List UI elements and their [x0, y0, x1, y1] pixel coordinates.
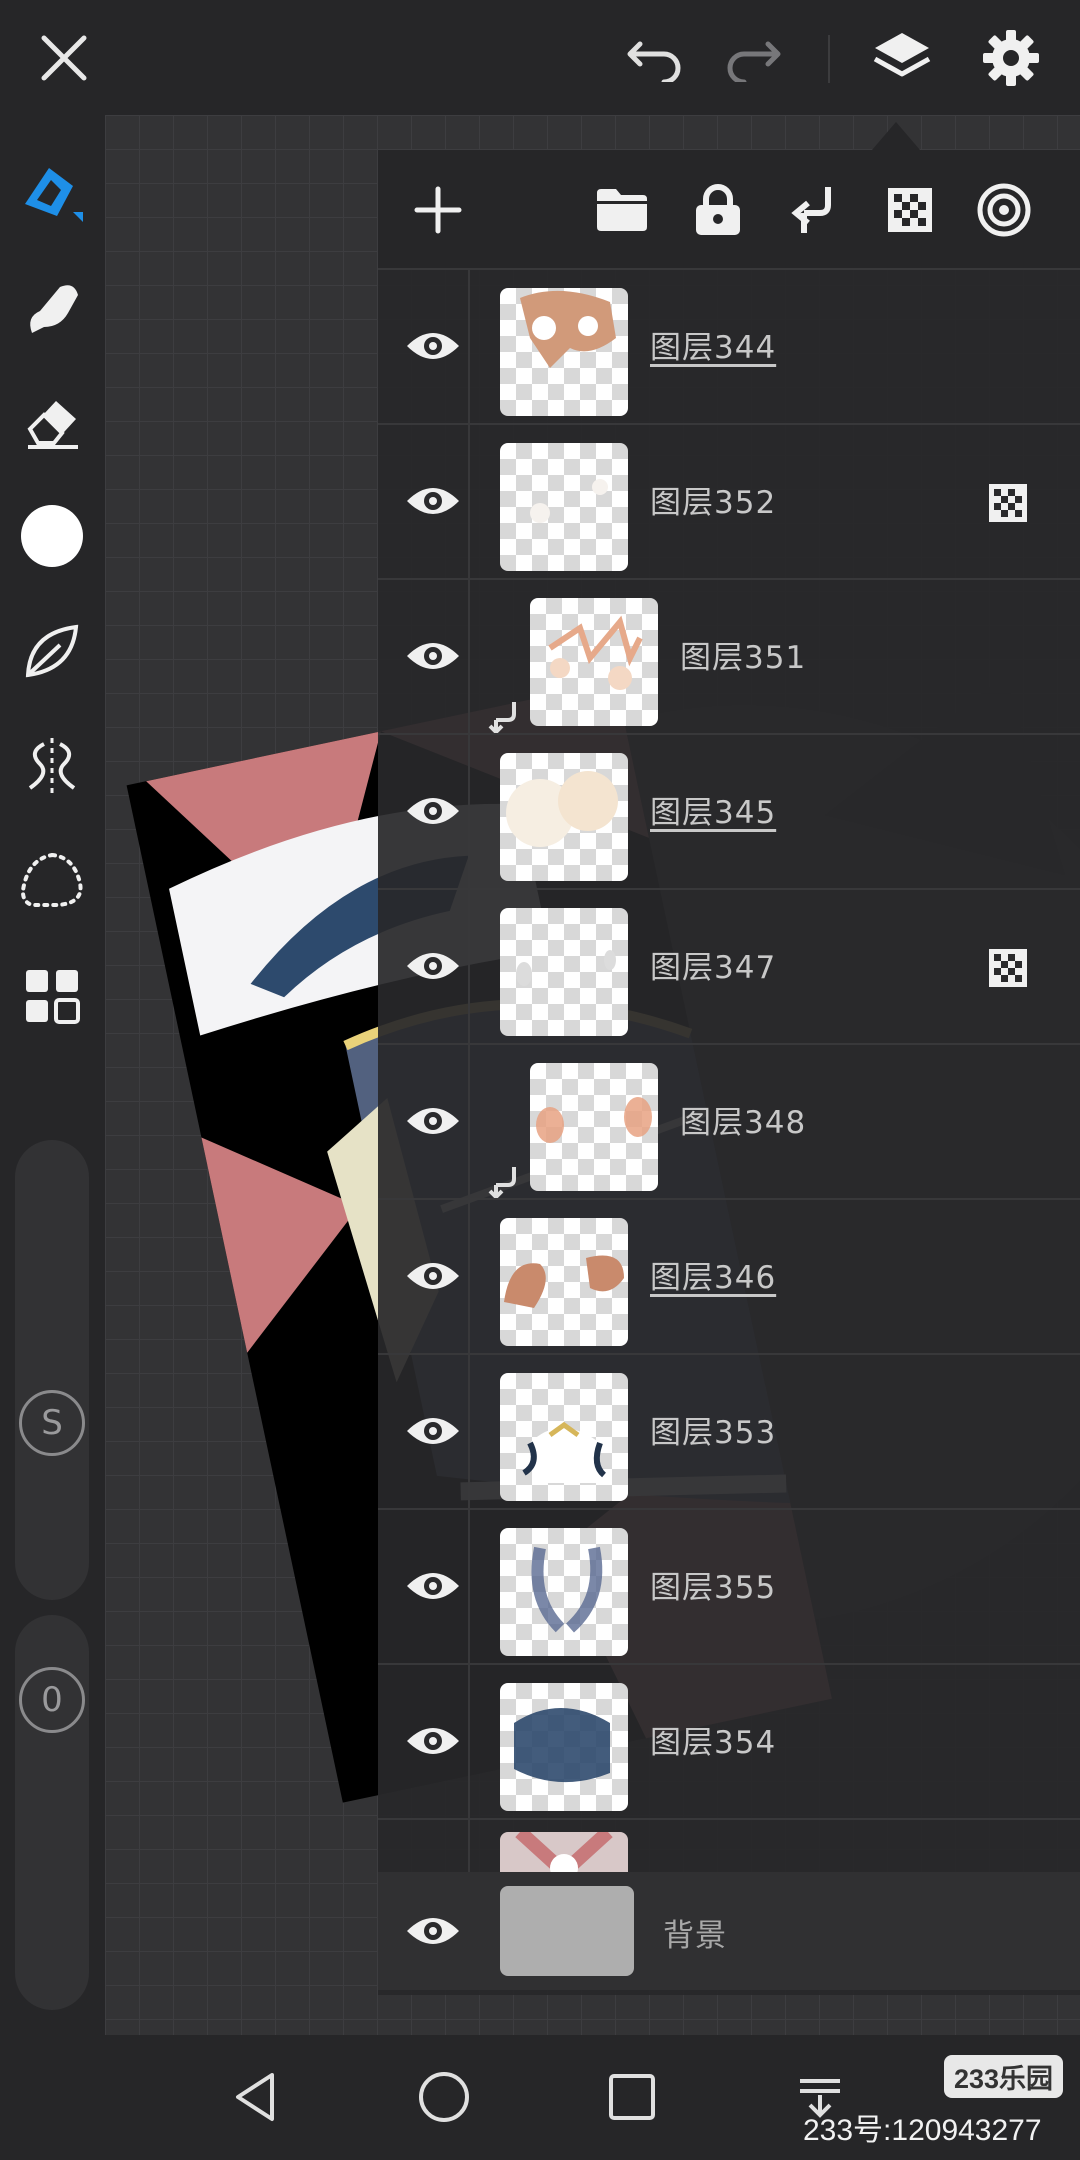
smudge-icon[interactable] [16, 273, 88, 345]
visibility-eye-icon[interactable] [393, 1085, 473, 1157]
alpha-lock-indicator-icon [989, 484, 1027, 522]
layer-row[interactable]: 图层353 [378, 1353, 1080, 1510]
layers-panel: 图层344 图层352 图层351 图层345 图层347 图层348 图层34… [378, 150, 1080, 1995]
row-divider [468, 425, 470, 580]
layer-name[interactable]: 图层347 [650, 942, 776, 987]
layer-thumbnail [500, 1528, 628, 1656]
visibility-eye-icon[interactable] [393, 1395, 473, 1467]
watermark-id: 233号:120943277 [803, 2114, 1042, 2147]
opacity-indicator: 0 [19, 1667, 85, 1733]
clip-down-icon[interactable] [776, 172, 852, 248]
top-bar [0, 0, 1080, 115]
visibility-eye-icon[interactable] [393, 1705, 473, 1777]
row-divider [468, 1355, 470, 1510]
alpha-lock-icon[interactable] [872, 172, 948, 248]
color-circle[interactable] [16, 500, 88, 572]
row-divider [468, 1665, 470, 1820]
layer-name[interactable]: 图层346 [650, 1252, 776, 1297]
visibility-eye-icon[interactable] [393, 930, 473, 1002]
row-divider [468, 580, 470, 735]
brush-size-slider[interactable]: S [15, 1140, 89, 1600]
visibility-eye-icon[interactable] [393, 1240, 473, 1312]
grid-menu-icon[interactable] [16, 960, 88, 1032]
size-label: S [41, 1403, 63, 1443]
layer-row[interactable]: 图层346 [378, 1198, 1080, 1355]
panel-pointer [872, 122, 920, 150]
layer-row[interactable]: 图层347 [378, 888, 1080, 1045]
visibility-eye-icon[interactable] [393, 1895, 473, 1967]
clipping-arrow-icon [488, 702, 516, 734]
row-divider [468, 890, 470, 1045]
row-divider [468, 735, 470, 890]
size-indicator: S [19, 1390, 85, 1456]
layer-thumbnail [500, 1683, 628, 1811]
visibility-eye-icon[interactable] [393, 1550, 473, 1622]
folder-icon[interactable] [584, 172, 660, 248]
gear-icon[interactable] [975, 22, 1047, 94]
layer-row[interactable]: 图层352 [378, 423, 1080, 580]
home-icon[interactable] [404, 2057, 484, 2137]
layer-thumbnail [500, 753, 628, 881]
layer-row[interactable]: 图层351 [378, 578, 1080, 735]
recents-icon[interactable] [592, 2057, 672, 2137]
left-toolbar: S 0 [0, 115, 105, 2035]
layer-row[interactable]: 图层355 [378, 1508, 1080, 1665]
alpha-lock-indicator-icon [989, 949, 1027, 987]
layer-name[interactable]: 图层355 [650, 1562, 776, 1607]
layer-name[interactable]: 图层351 [680, 632, 806, 677]
eraser-icon[interactable] [16, 385, 88, 457]
row-divider [468, 270, 470, 425]
lasso-icon[interactable] [16, 845, 88, 917]
layer-thumbnail [500, 1373, 628, 1501]
row-divider [468, 1820, 470, 1872]
background-label[interactable]: 背景 [663, 1910, 727, 1955]
opacity-slider[interactable]: 0 [15, 1615, 89, 2010]
redo-icon[interactable] [716, 22, 788, 94]
layer-thumbnail [500, 908, 628, 1036]
toolbar-divider [828, 35, 830, 83]
layer-name[interactable]: 图层354 [650, 1717, 776, 1762]
close-icon[interactable] [28, 22, 100, 94]
layer-row-partial[interactable] [378, 1818, 1080, 1872]
leaf-shape-icon[interactable] [16, 615, 88, 687]
layer-row[interactable]: 图层354 [378, 1663, 1080, 1820]
blend-target-icon[interactable] [966, 172, 1042, 248]
layer-name[interactable]: 图层344 [650, 322, 776, 367]
layer-thumbnail [500, 288, 628, 416]
row-divider [468, 1510, 470, 1665]
layer-name[interactable]: 图层352 [650, 477, 776, 522]
layer-thumbnail [500, 443, 628, 571]
layer-name[interactable]: 图层348 [680, 1097, 806, 1142]
back-icon[interactable] [216, 2057, 296, 2137]
visibility-eye-icon[interactable] [393, 620, 473, 692]
layer-thumbnail [500, 1832, 628, 1872]
layer-thumbnail [530, 598, 658, 726]
row-divider [468, 1200, 470, 1355]
lock-icon[interactable] [680, 172, 756, 248]
layer-row[interactable]: 图层345 [378, 733, 1080, 890]
watermark-logo: 233乐园 [944, 2055, 1064, 2098]
visibility-eye-icon[interactable] [393, 310, 473, 382]
opacity-label: 0 [41, 1680, 63, 1720]
background-thumbnail [500, 1886, 634, 1976]
layer-thumbnail [500, 1218, 628, 1346]
row-divider [468, 1045, 470, 1200]
undo-icon[interactable] [620, 22, 692, 94]
layer-name[interactable]: 图层345 [650, 787, 776, 832]
layers-panel-header [378, 150, 1080, 270]
layers-icon[interactable] [866, 22, 938, 94]
brush-icon[interactable] [16, 155, 88, 227]
clipping-arrow-icon [488, 1167, 516, 1199]
layer-name[interactable]: 图层353 [650, 1407, 776, 1452]
visibility-eye-icon[interactable] [393, 775, 473, 847]
background-layer-row[interactable]: 背景 [378, 1872, 1080, 1990]
layer-thumbnail [530, 1063, 658, 1191]
visibility-eye-icon[interactable] [393, 465, 473, 537]
layer-row[interactable]: 图层348 [378, 1043, 1080, 1200]
layer-row[interactable]: 图层344 [378, 268, 1080, 425]
symmetry-icon[interactable] [16, 730, 88, 802]
add-layer-icon[interactable] [400, 172, 476, 248]
system-nav-bar: 233乐园 233号:120943277 [0, 2035, 1080, 2160]
